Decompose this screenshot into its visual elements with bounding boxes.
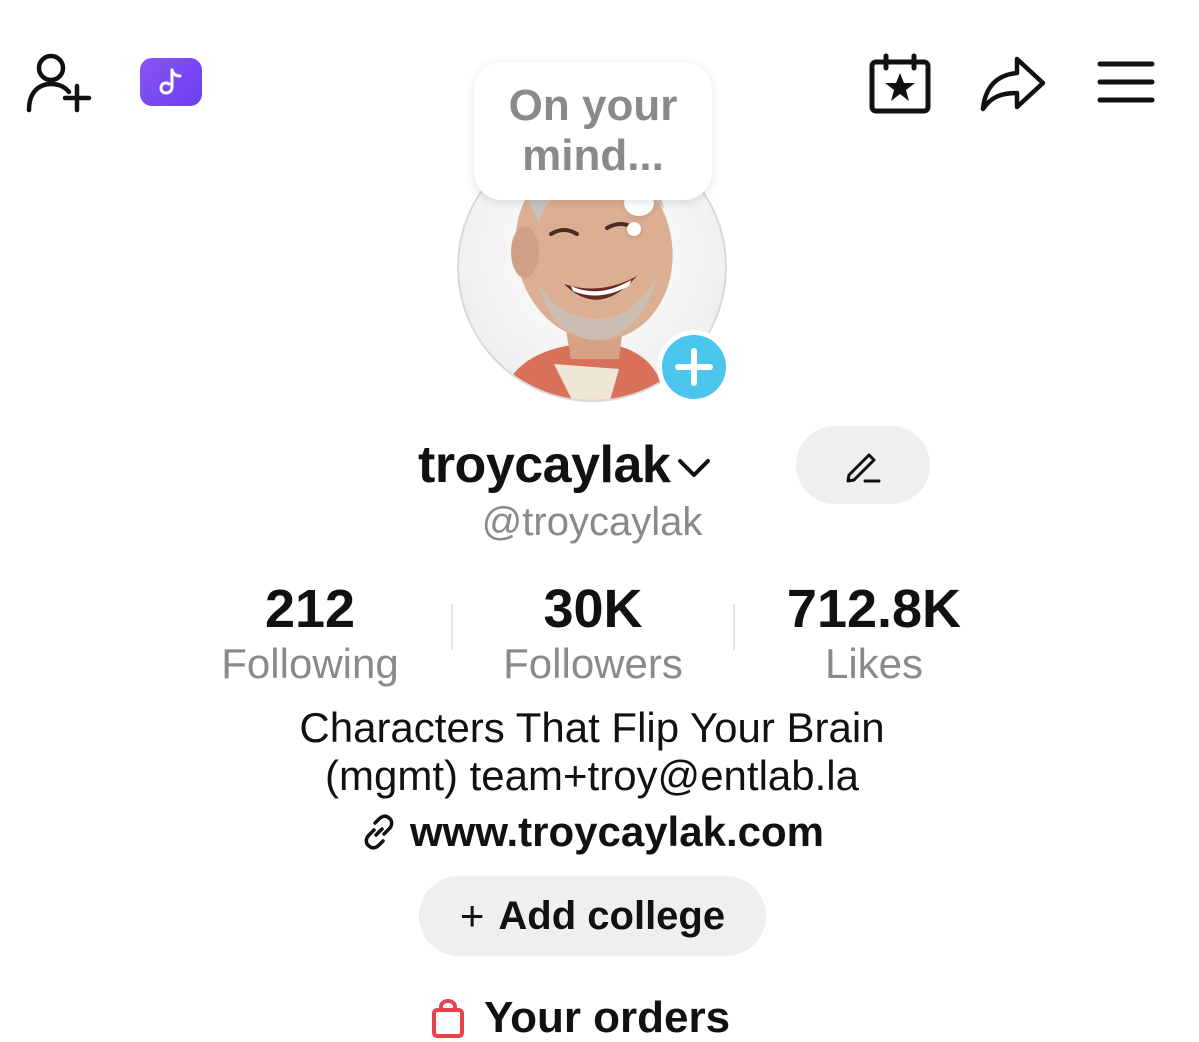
your-orders-button[interactable]: Your orders	[430, 994, 730, 1042]
stat-label: Likes	[824, 640, 924, 687]
stat-likes[interactable]: 712.8K Likes	[754, 578, 994, 688]
stat-divider	[451, 604, 453, 650]
add-story-button[interactable]	[657, 330, 731, 404]
shopping-bag-icon	[432, 998, 464, 1038]
stat-value: 712.8K	[786, 579, 962, 639]
note-bubble-dot	[627, 222, 641, 236]
note-bubble-text: On your mind...	[508, 81, 678, 180]
menu-button[interactable]	[1094, 56, 1158, 108]
bio-line: (mgmt) team+troy@entlab.la	[325, 752, 859, 799]
stat-value: 212	[264, 579, 356, 639]
display-name: troycaylak	[418, 436, 671, 494]
note-bubble[interactable]: On your mind...	[474, 62, 712, 200]
add-friend-button[interactable]	[24, 50, 96, 114]
edit-profile-button[interactable]	[796, 426, 930, 504]
stat-value: 30K	[543, 579, 643, 639]
person-plus-icon	[26, 53, 92, 113]
bio-link-text: www.troycaylak.com	[410, 808, 824, 855]
hamburger-menu-icon	[1097, 61, 1155, 103]
bio-line: Characters That Flip Your Brain	[299, 704, 885, 751]
stat-divider	[733, 604, 735, 650]
calendar-button[interactable]	[866, 52, 934, 116]
calendar-star-icon	[869, 53, 931, 114]
share-button[interactable]	[976, 52, 1048, 116]
bio-link[interactable]: www.troycaylak.com	[0, 808, 1184, 856]
user-handle: @troycaylak	[481, 500, 703, 544]
plus-icon: +	[459, 892, 485, 939]
add-college-button[interactable]: + Add college	[419, 876, 766, 956]
tiktok-ticket-button[interactable]	[140, 58, 202, 106]
chevron-down-icon	[678, 459, 711, 477]
stat-label: Followers	[503, 640, 683, 687]
link-icon	[364, 814, 394, 850]
stat-followers[interactable]: 30K Followers	[473, 578, 713, 688]
share-arrow-icon	[980, 56, 1046, 112]
stat-following[interactable]: 212 Following	[190, 578, 430, 688]
stat-label: Following	[221, 640, 399, 687]
plus-icon	[675, 348, 713, 386]
tiktok-ticket-icon	[159, 68, 182, 95]
pencil-icon	[846, 453, 881, 483]
account-switcher[interactable]: troycaylak	[418, 430, 712, 500]
add-college-label: Add college	[498, 893, 726, 938]
your-orders-label: Your orders	[484, 993, 731, 1042]
